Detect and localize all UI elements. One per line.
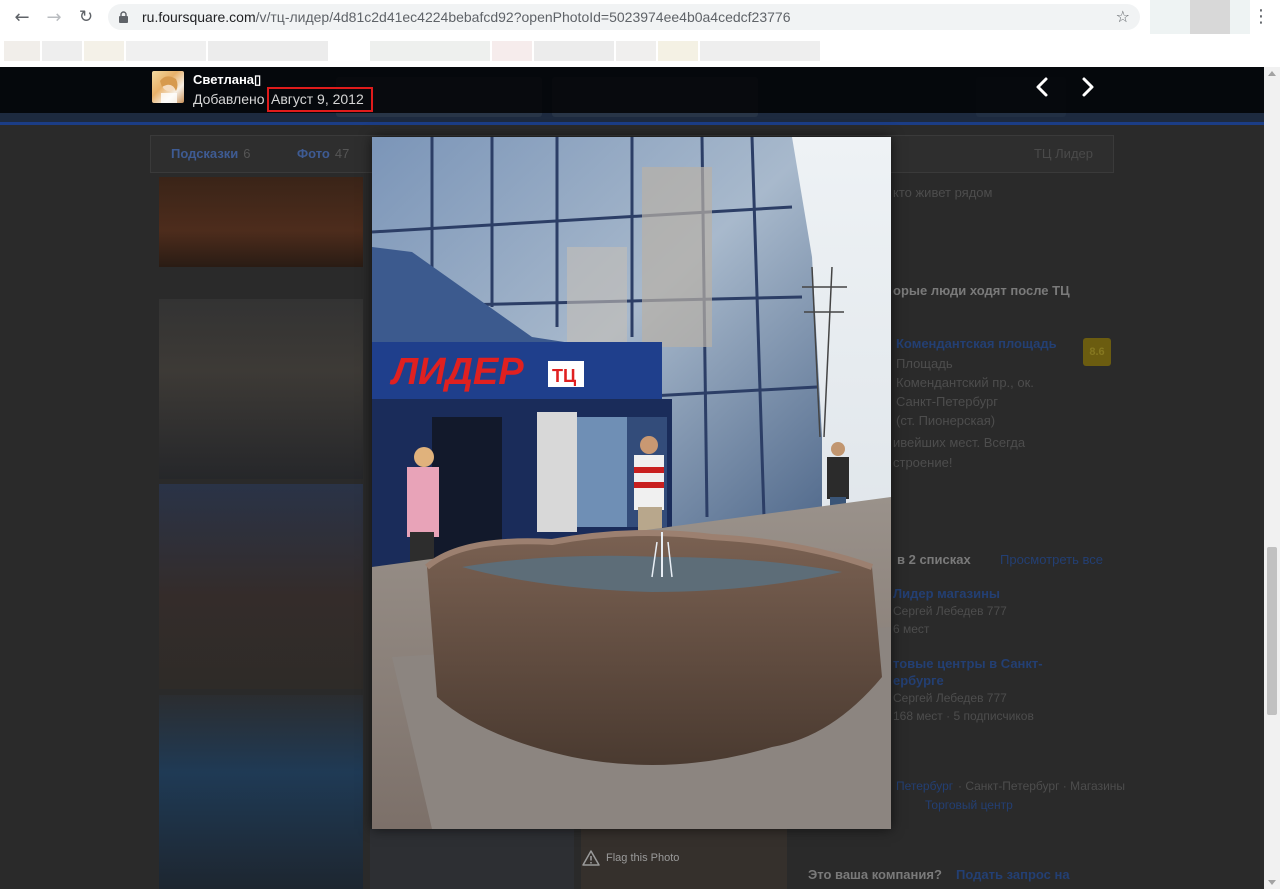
tab-photos-count: 47 bbox=[334, 146, 350, 161]
uploader-name-text: Светлана bbox=[193, 72, 255, 87]
breadcrumb-category-link[interactable]: Торговый центр bbox=[925, 798, 1013, 812]
flag-photo-link[interactable]: Flag this Photo bbox=[582, 850, 679, 866]
nearby-line: Комендантский пр., ок. bbox=[896, 375, 1034, 390]
nearby-line: Санкт-Петербург bbox=[896, 394, 998, 409]
bookmark-item[interactable] bbox=[126, 41, 206, 61]
photo-thumbnail[interactable] bbox=[159, 177, 363, 267]
photo-thumbnail[interactable] bbox=[159, 695, 363, 889]
url-host: ru.foursquare.com bbox=[142, 9, 256, 25]
photo-thumbnail[interactable] bbox=[370, 829, 574, 889]
tab-tips[interactable]: Подсказки 6 bbox=[171, 146, 251, 161]
bookmark-item[interactable] bbox=[492, 41, 532, 61]
added-prefix: Добавлено bbox=[193, 91, 265, 107]
list-title-link[interactable]: товые центры в Санкт- bbox=[893, 656, 1043, 671]
photo-thumbnail[interactable] bbox=[159, 299, 363, 479]
list-meta: Сергей Лебедев 777 bbox=[893, 604, 1007, 618]
back-icon[interactable]: ← bbox=[10, 5, 34, 29]
breadcrumb-rest: · Санкт-Петербург · Магазины bbox=[958, 779, 1126, 793]
claim-question: Это ваша компания? bbox=[808, 867, 942, 882]
bookmark-item[interactable] bbox=[84, 41, 124, 61]
added-date: Август 9, 2012 bbox=[267, 87, 373, 112]
bookmark-star-icon[interactable]: ☆ bbox=[1116, 7, 1130, 26]
list-meta: Сергей Лебедев 777 bbox=[893, 691, 1007, 705]
tip-fragment: кто живет рядом bbox=[893, 185, 993, 200]
nearby-venue-link[interactable]: Комендантская площадь bbox=[896, 336, 1057, 351]
address-bar[interactable]: ru.foursquare.com/v/тц-лидер/4d81c2d41ec… bbox=[108, 4, 1140, 30]
quote-line: строение! bbox=[893, 455, 953, 470]
svg-text:ЛИДЕР: ЛИДЕР bbox=[389, 351, 524, 393]
bookmark-item[interactable] bbox=[4, 41, 40, 61]
reload-icon[interactable]: ↻ bbox=[74, 5, 98, 29]
quote-line: ивейших мест. Всегда bbox=[893, 435, 1026, 450]
bookmarks-bar bbox=[0, 34, 1280, 67]
lightbox-photo: ЛИДЕР ТЦ bbox=[372, 137, 891, 829]
people-heading: орые люди ходят после ТЦ bbox=[893, 283, 1070, 298]
previous-photo-chevron-icon[interactable] bbox=[1032, 76, 1054, 98]
warning-icon bbox=[582, 850, 600, 866]
bookmark-item[interactable] bbox=[370, 41, 490, 61]
scroll-up-arrow-icon[interactable] bbox=[1268, 71, 1276, 76]
tab-photos[interactable]: Фото 47 bbox=[297, 146, 349, 161]
tab-venue-name[interactable]: ТЦ Лидер bbox=[1034, 146, 1093, 161]
lists-heading: в 2 списках bbox=[897, 552, 971, 567]
list-title-link-line2[interactable]: ербурге bbox=[893, 673, 944, 688]
uploader-name-glyph: ▯ bbox=[254, 72, 262, 87]
bookmark-item[interactable] bbox=[208, 41, 328, 61]
forward-icon[interactable]: → bbox=[42, 5, 66, 29]
nearby-line: Площадь bbox=[896, 356, 953, 371]
url-path: /v/тц-лидер/4d81c2d41ec4224bebafcd92?ope… bbox=[255, 9, 791, 25]
list-title-link[interactable]: Лидер магазины bbox=[893, 586, 1000, 601]
list-meta: 6 мест bbox=[893, 622, 930, 636]
bookmark-item[interactable] bbox=[42, 41, 82, 61]
list-meta: 168 мест · 5 подписчиков bbox=[893, 709, 1034, 723]
url-text: ru.foursquare.com/v/тц-лидер/4d81c2d41ec… bbox=[142, 9, 790, 25]
scroll-down-arrow-icon[interactable] bbox=[1268, 880, 1276, 885]
bookmark-item[interactable] bbox=[534, 41, 614, 61]
bookmark-item[interactable] bbox=[700, 41, 820, 61]
menu-icon[interactable]: ⋮ bbox=[1252, 6, 1270, 27]
breadcrumb-city-link[interactable]: Петербург bbox=[896, 779, 953, 793]
rating-badge: 8.6 bbox=[1083, 338, 1111, 366]
lightbox-header: Светлана▯ Добавлено Август 9, 2012 bbox=[0, 67, 1264, 113]
tab-photos-label: Фото bbox=[297, 146, 330, 161]
bookmark-item[interactable] bbox=[616, 41, 656, 61]
next-photo-chevron-icon[interactable] bbox=[1076, 76, 1098, 98]
avatar-image bbox=[160, 76, 178, 103]
scrollbar-thumb[interactable] bbox=[1267, 547, 1277, 715]
tab-tips-label: Подсказки bbox=[171, 146, 239, 161]
page-scrollbar[interactable] bbox=[1264, 67, 1280, 889]
photo-image: ЛИДЕР ТЦ bbox=[372, 137, 891, 829]
uploader-avatar[interactable] bbox=[152, 71, 184, 103]
uploader-name[interactable]: Светлана▯ bbox=[193, 72, 261, 88]
lock-icon bbox=[119, 11, 128, 23]
bookmark-item[interactable] bbox=[658, 41, 698, 61]
photo-thumbnail[interactable] bbox=[159, 484, 363, 689]
svg-text:ТЦ: ТЦ bbox=[552, 366, 577, 386]
tab-tips-count: 6 bbox=[243, 146, 251, 161]
flag-photo-label: Flag this Photo bbox=[606, 852, 680, 864]
lists-view-all-link[interactable]: Просмотреть все bbox=[1000, 552, 1103, 567]
nearby-line: (ст. Пионерская) bbox=[896, 413, 996, 428]
browser-toolbar: ← → ↻ ru.foursquare.com/v/тц-лидер/4d81c… bbox=[0, 0, 1280, 40]
claim-link[interactable]: Подать запрос на bbox=[956, 867, 1070, 882]
